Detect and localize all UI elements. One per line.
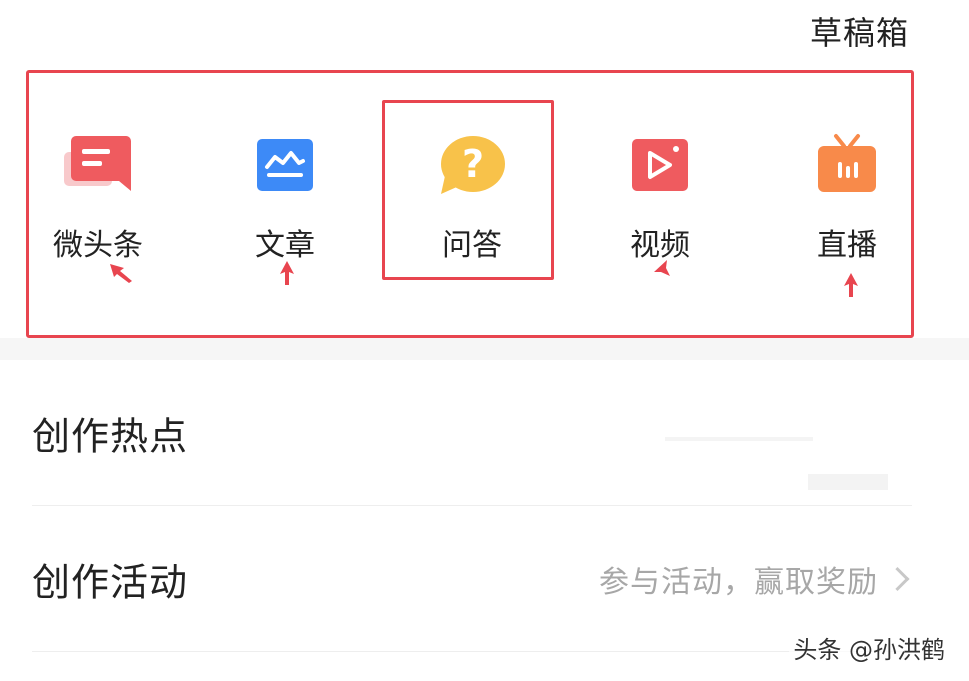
blurred-content [665,437,813,441]
annotation-arrow-icon [844,273,858,297]
blurred-content [808,474,888,490]
menu-row-hot-topics[interactable]: 创作热点 [32,360,912,506]
tool-article[interactable]: 文章 [205,130,365,264]
tool-live[interactable]: 直播 [767,130,927,264]
drafts-link[interactable]: 草稿箱 [810,8,909,54]
micro-headline-icon [18,130,178,200]
tool-qa[interactable]: ? 问答 [392,130,552,264]
tool-label: 文章 [255,228,315,263]
tool-label: 微头条 [53,228,143,263]
chevron-right-icon [885,566,910,591]
menu-row-title: 创作活动 [32,560,189,604]
menu-row-title: 创作热点 [32,414,189,458]
annotation-arrow-icon [110,264,132,283]
annotation-arrow-icon [280,261,294,285]
annotation-arrow-icon [654,260,670,276]
svg-text:?: ? [462,142,484,186]
watermark: 头条 @孙洪鹤 [789,628,949,667]
menu-row-subtitle: 参与活动，赢取奖励 [599,564,878,600]
tool-video[interactable]: 视频 [580,130,740,264]
qa-icon: ? [392,130,552,200]
tool-label: 问答 [442,228,502,263]
live-icon [767,130,927,200]
video-icon [580,130,740,200]
tool-micro-headline[interactable]: 微头条 [18,130,178,264]
article-icon [205,130,365,200]
section-divider [0,338,969,360]
menu-row-activities[interactable]: 创作活动 参与活动，赢取奖励 [32,506,912,652]
tool-label: 直播 [817,228,877,263]
